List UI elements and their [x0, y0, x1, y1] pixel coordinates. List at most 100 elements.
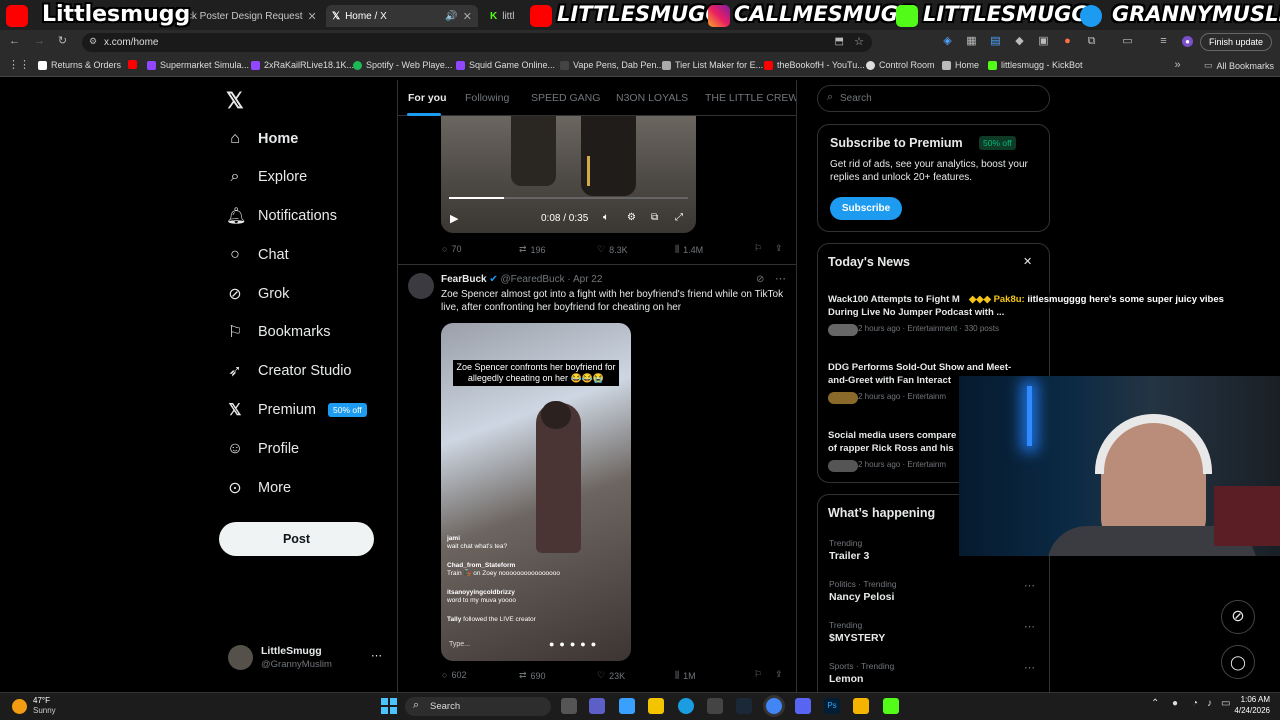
bookmark-item[interactable]: Vape Pens, Dab Pen... [560, 60, 664, 70]
extensions-puzzle-icon[interactable]: ⧉ [1086, 36, 1097, 47]
reload-icon[interactable]: ↻ [57, 36, 68, 47]
task-view-icon[interactable] [561, 698, 577, 714]
steam-icon[interactable] [736, 698, 752, 714]
bookmark-item[interactable]: theBookofH - YouTu... [764, 60, 865, 70]
post-button[interactable]: Post [219, 522, 374, 556]
like-button[interactable]: ♡ 8.3K [597, 244, 628, 255]
windows-start-icon[interactable] [381, 698, 397, 714]
video-progress-track[interactable] [449, 197, 688, 199]
views-button[interactable]: ⫼ 1.4M [675, 244, 703, 255]
sidebar-item-more[interactable]: ⊙ More [226, 476, 291, 500]
reply-button[interactable]: ○ 70 [442, 244, 461, 254]
extension-icon[interactable]: ● [1062, 36, 1073, 47]
weather-temp[interactable]: 47°F [33, 696, 50, 705]
sidebar-item-bookmarks[interactable]: ⚐ Bookmarks [226, 320, 331, 344]
more-options-icon[interactable]: ⋯ [1024, 579, 1035, 592]
trend-name[interactable]: Trailer 3 [829, 550, 869, 562]
settings-icon[interactable]: ⚙ [627, 212, 636, 223]
more-options-icon[interactable]: ⋯ [371, 649, 382, 662]
repost-button[interactable]: ⇄ 196 [519, 244, 546, 255]
photoshop-icon[interactable]: Ps [824, 698, 840, 714]
bookmark-item[interactable]: Spotify - Web Playe... [353, 60, 452, 70]
extension-icon[interactable]: ▣ [1038, 36, 1049, 47]
close-icon[interactable]: ✕ [463, 10, 472, 23]
chevron-up-icon[interactable]: ⌃ [1151, 698, 1159, 709]
clock-time[interactable]: 1:06 AM [1228, 695, 1270, 704]
views-button[interactable]: ⫼ 1M [675, 670, 696, 681]
fullscreen-icon[interactable]: ⤢ [675, 212, 683, 223]
share-button[interactable]: ⇪ [775, 243, 783, 254]
file-explorer-icon[interactable] [648, 698, 664, 714]
post-date[interactable]: Apr 22 [573, 274, 602, 285]
extension-icon[interactable]: ◆ [1014, 36, 1025, 47]
more-options-icon[interactable]: ⋯ [775, 272, 786, 285]
kick-icon[interactable] [883, 698, 899, 714]
taskbar-search[interactable]: ⌕ Search [405, 697, 551, 716]
trend-name[interactable]: $MYSTERY [829, 632, 885, 644]
teams-icon[interactable] [589, 698, 605, 714]
close-icon[interactable]: ✕ [1023, 255, 1032, 268]
sidebar-item-grok[interactable]: ⊘ Grok [226, 282, 289, 306]
trend-name[interactable]: Nancy Pelosi [829, 591, 894, 603]
tab-n3on-loyals[interactable]: N3ON LOYALS [616, 92, 688, 104]
messages-icon[interactable]: ◯ [1221, 645, 1255, 679]
subscribe-button[interactable]: Subscribe [830, 197, 902, 220]
split-view-icon[interactable]: ▭ [1122, 36, 1133, 47]
play-icon[interactable]: ▶ [450, 212, 458, 225]
url-input[interactable]: ⚙ x.com/home ⬒ ☆ [82, 33, 872, 52]
notepad-icon[interactable] [853, 698, 869, 714]
extension-icon[interactable]: ▤ [990, 36, 1001, 47]
sidebar-item-profile[interactable]: ☺ Profile [226, 437, 299, 461]
bookmark-button[interactable]: ⚐ [754, 669, 762, 680]
volume-icon[interactable]: ♪ [1207, 698, 1212, 709]
tab-speed-gang[interactable]: SPEED GANG [531, 92, 600, 104]
share-button[interactable]: ⇪ [775, 669, 783, 680]
sidebar-item-notifications[interactable]: 🔔︎ Notifications [226, 204, 337, 228]
repost-button[interactable]: ⇄ 690 [519, 670, 546, 681]
tab-following[interactable]: Following [465, 92, 509, 104]
chevron-right-icon[interactable]: » [1172, 60, 1183, 71]
author-name[interactable]: FearBuck [441, 274, 487, 285]
bookmark-item[interactable]: Returns & Orders [38, 60, 121, 70]
tab-search-icon[interactable]: ≡ [1158, 36, 1169, 47]
account-switcher[interactable]: LittleSmugg @GrannyMuslim ⋯ [228, 645, 384, 673]
extension-icon[interactable]: ◈ [942, 36, 953, 47]
bookmark-star-icon[interactable]: ☆ [854, 35, 864, 48]
speaker-icon[interactable]: 🔊 [445, 11, 457, 22]
copilot-icon[interactable] [619, 698, 635, 714]
bookmark-item[interactable]: Squid Game Online... [456, 60, 555, 70]
avatar[interactable] [408, 273, 434, 299]
edge-icon[interactable] [678, 698, 694, 714]
bookmark-item[interactable]: Supermarket Simula... [147, 60, 249, 70]
discord-icon[interactable] [795, 698, 811, 714]
install-icon[interactable]: ⬒ [835, 36, 844, 47]
trend-name[interactable]: Lemon [829, 673, 863, 685]
more-options-icon[interactable]: ⋯ [1024, 661, 1035, 674]
tab-the-little-crew[interactable]: THE LITTLE CREW [705, 92, 796, 104]
forward-icon[interactable]: → [34, 36, 45, 47]
wifi-icon[interactable]: ◔ [1192, 698, 1198, 709]
grok-icon[interactable]: ⊘ [756, 274, 764, 285]
all-bookmarks-button[interactable]: ▭ All Bookmarks [1204, 60, 1274, 71]
bookmark-item[interactable]: littlesmugg - KickBot [988, 60, 1083, 70]
author-handle[interactable]: @FearedBuck [501, 274, 565, 285]
tab-for-you[interactable]: For you [408, 92, 447, 104]
apps-grid-icon[interactable]: ⋮⋮ [8, 60, 30, 71]
finish-update-button[interactable]: Finish update [1199, 33, 1272, 51]
reply-button[interactable]: ○ 602 [442, 670, 466, 680]
more-options-icon[interactable]: ⋯ [1024, 620, 1035, 633]
weather-desc[interactable]: Sunny [33, 706, 56, 715]
close-icon[interactable]: ✕ [308, 10, 317, 23]
bookmark-item[interactable]: Home [942, 60, 979, 70]
x-logo-icon[interactable]: 𝕏 [226, 88, 244, 114]
bookmark-item[interactable]: 2xRaKailRLive18.1K... [251, 60, 354, 70]
sidebar-item-creator-studio[interactable]: ➶ Creator Studio [226, 359, 351, 383]
chrome-icon[interactable] [766, 698, 782, 714]
post-video[interactable]: Zoe Spencer confronts her boyfriend for … [441, 323, 631, 661]
sidebar-item-chat[interactable]: ○ Chat [226, 243, 288, 267]
bookmark-item[interactable]: Control Room [866, 60, 935, 70]
like-button[interactable]: ♡ 23K [597, 670, 625, 681]
store-icon[interactable] [707, 698, 723, 714]
bookmark-item[interactable]: Tier List Maker for E... [662, 60, 763, 70]
site-info-icon[interactable]: ⚙ [89, 36, 97, 47]
